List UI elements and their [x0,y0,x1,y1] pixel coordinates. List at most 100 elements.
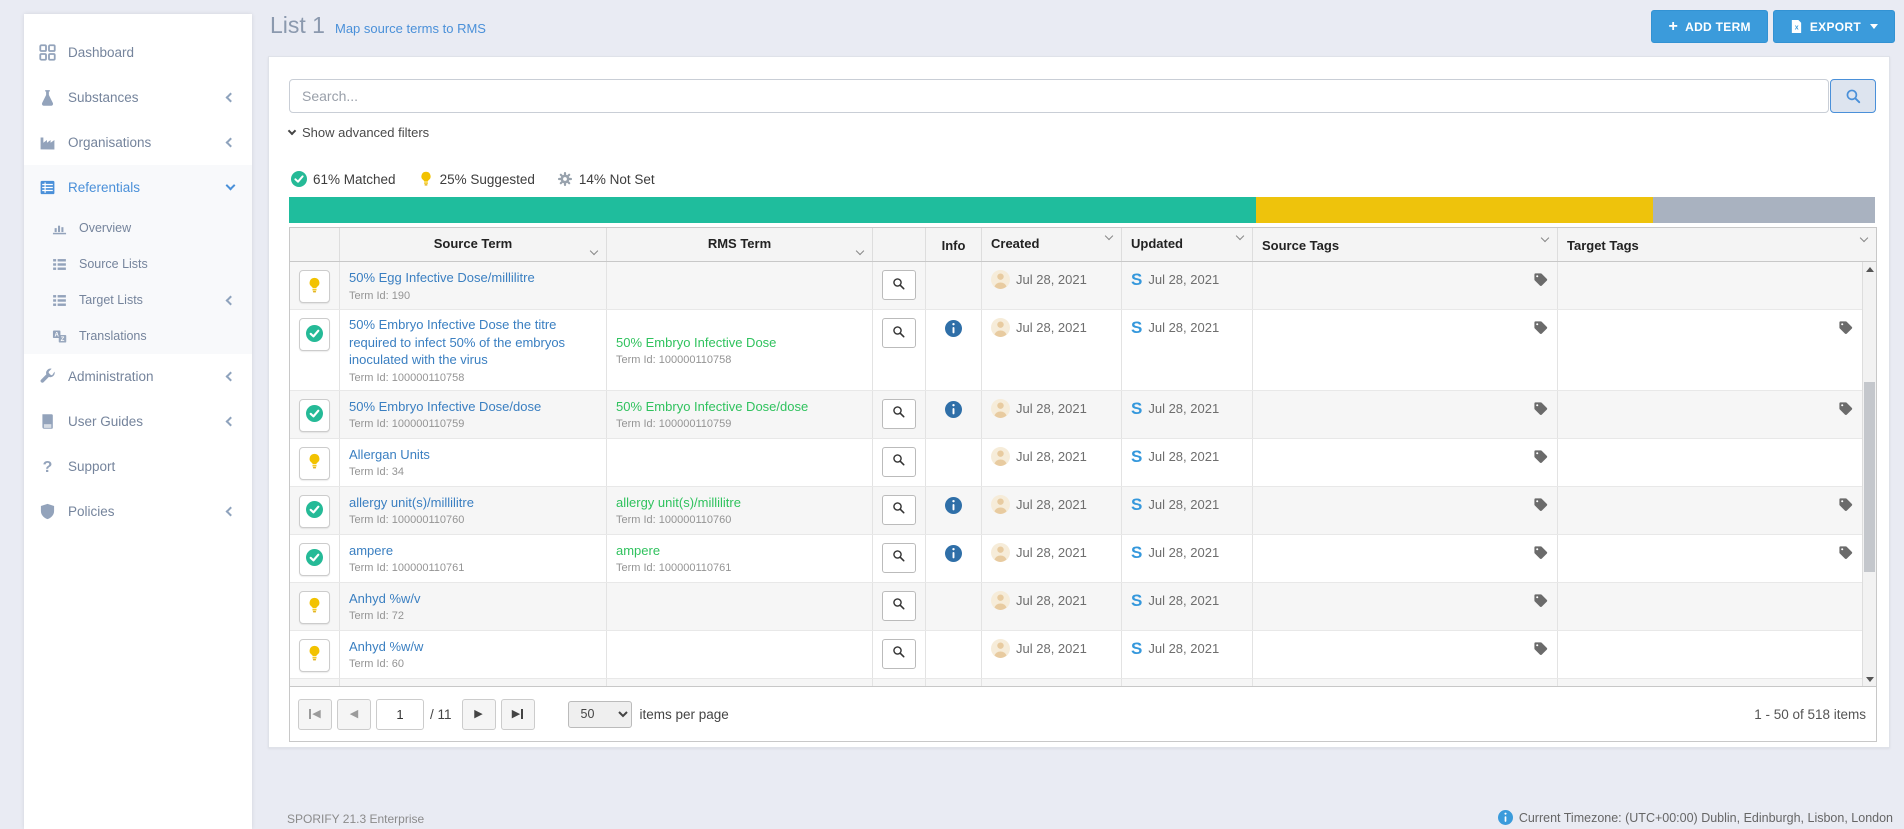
target-tag-icon[interactable] [1838,401,1853,421]
column-header-created[interactable]: Created [982,228,1122,261]
sidebar-item-referentials[interactable]: Referentials [24,165,252,210]
target-tag-icon[interactable] [1838,545,1853,565]
column-header-label: Updated [1131,236,1183,251]
export-button[interactable]: x EXPORT [1773,10,1895,43]
search-button[interactable] [1830,79,1876,113]
inspect-term-button[interactable] [882,543,916,573]
table-list-icon [39,179,56,196]
next-page-button[interactable]: ▶ [462,699,496,730]
status-suggested-button[interactable] [299,447,330,480]
first-page-icon [309,709,311,719]
status-suggested-button[interactable] [299,639,330,672]
source-term-id: Term Id: 100000110759 [349,418,597,430]
created-date: Jul 28, 2021 [1016,320,1087,335]
source-term-link[interactable]: Anhyd %w/v [349,590,597,608]
check-circle-icon [291,171,307,187]
source-term-link[interactable]: 50% Embryo Infective Dose the titre requ… [349,316,597,369]
chevron-left-icon [226,93,236,103]
column-header-label: Source Tags [1262,238,1339,253]
column-header-source-tags[interactable]: Source Tags [1253,228,1558,261]
sort-chevron-icon [1541,234,1549,242]
source-term-link[interactable]: 50% Egg Infective Dose/millilitre [349,269,597,287]
page-number-input[interactable] [376,699,424,730]
source-term-link[interactable]: ampere [349,542,597,560]
source-term-link[interactable]: Anhyd %w/w [349,638,597,656]
inspect-term-button[interactable] [882,318,916,348]
info-icon[interactable] [945,545,962,567]
column-header-updated[interactable]: Updated [1122,228,1253,261]
status-matched-button[interactable] [299,495,330,528]
first-page-button[interactable]: ◀ [298,699,332,730]
sidebar-item-substances[interactable]: Substances [24,75,252,120]
column-header-info: Info [926,228,982,261]
items-per-page-select[interactable]: 50 [568,701,632,728]
sidebar-item-source-lists[interactable]: Source Lists [24,246,252,282]
inspect-term-button[interactable] [882,270,916,300]
sidebar-item-policies[interactable]: Policies [24,489,252,534]
scroll-up-button[interactable] [1863,262,1876,276]
sidebar-item-dashboard[interactable]: Dashboard [24,30,252,75]
source-tag-icon[interactable] [1533,497,1548,517]
page-title: List 1 [270,12,325,39]
rms-term-label: ampere [616,542,863,560]
rms-term-id: Term Id: 100000110758 [616,354,863,366]
info-icon[interactable] [945,401,962,423]
source-tag-icon[interactable] [1533,449,1548,469]
status-suggested-button[interactable] [299,591,330,624]
status-suggested-button[interactable] [299,270,330,303]
source-tag-icon[interactable] [1533,320,1548,340]
search-input[interactable] [289,79,1829,113]
inspect-term-button[interactable] [882,399,916,429]
source-tag-icon[interactable] [1533,545,1548,565]
inspect-term-button[interactable] [882,495,916,525]
column-header-label: Target Tags [1567,238,1639,253]
sidebar-item-support[interactable]: ?Support [24,444,252,489]
info-icon[interactable] [945,320,962,342]
sidebar-item-translations[interactable]: AZTranslations [24,318,252,354]
source-term-link[interactable]: Allergan Units [349,446,597,464]
advanced-filters-toggle[interactable]: Show advanced filters [289,125,429,140]
sporify-logo-icon: S [1131,318,1142,337]
created-date: Jul 28, 2021 [1016,593,1087,608]
table-scrollbar[interactable] [1862,262,1876,686]
table-row: 50% Egg Infective Dose/millilitreTerm Id… [290,262,1862,310]
source-term-link[interactable]: allergy unit(s)/millilitre [349,494,597,512]
sidebar-item-target-lists[interactable]: Target Lists [24,282,252,318]
column-header-rms-term[interactable]: RMS Term [607,228,873,261]
magnifier-icon [892,405,906,422]
status-matched-button[interactable] [299,318,330,351]
info-icon[interactable] [945,497,962,519]
sidebar-item-organisations[interactable]: Organisations [24,120,252,165]
inspect-term-button[interactable] [882,639,916,669]
sidebar-item-label: Target Lists [79,293,143,307]
target-tag-icon[interactable] [1838,497,1853,517]
column-header-source-term[interactable]: Source Term [340,228,607,261]
sidebar-item-overview[interactable]: Overview [24,210,252,246]
scroll-down-button[interactable] [1863,672,1876,686]
target-tag-icon[interactable] [1838,320,1853,340]
source-term-link[interactable]: 50% Embryo Infective Dose/dose [349,398,597,416]
status-matched-button[interactable] [299,543,330,576]
inspect-term-button[interactable] [882,447,916,477]
source-tag-icon[interactable] [1533,272,1548,292]
source-tag-icon[interactable] [1533,593,1548,613]
sidebar-item-user-guides[interactable]: User Guides [24,399,252,444]
previous-page-button[interactable]: ◀ [337,699,371,730]
source-tag-icon[interactable] [1533,401,1548,421]
status-matched-button[interactable] [299,399,330,432]
scrollbar-thumb[interactable] [1864,382,1875,572]
check-circle-icon [306,501,323,521]
check-circle-icon [306,325,323,345]
source-term-id: Term Id: 60 [349,658,597,670]
table-row: Anhyd %w/wTerm Id: 60Jul 28, 2021SJul 28… [290,631,1862,679]
plus-icon: + [1668,19,1678,35]
source-tag-icon[interactable] [1533,641,1548,661]
column-header-target-tags[interactable]: Target Tags [1558,228,1876,261]
chevron-left-icon [226,507,236,517]
factory-icon [39,134,56,151]
created-date: Jul 28, 2021 [1016,641,1087,656]
sidebar-item-administration[interactable]: Administration [24,354,252,399]
add-term-button[interactable]: + ADD TERM [1651,10,1767,43]
inspect-term-button[interactable] [882,591,916,621]
last-page-button[interactable]: ▶ [501,699,535,730]
